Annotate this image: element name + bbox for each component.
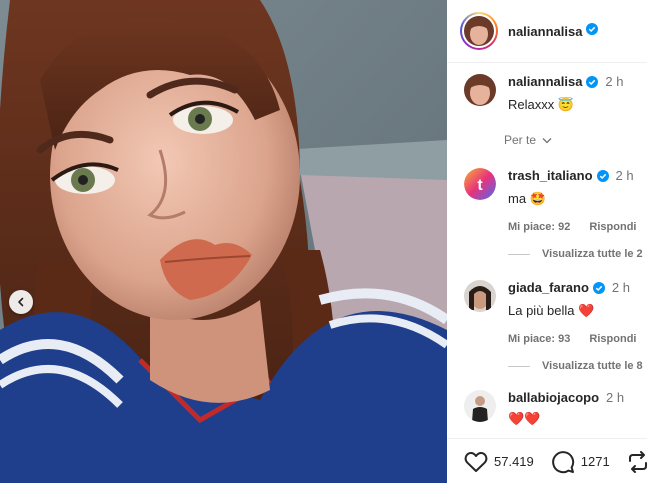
commenter-avatar[interactable]: t: [464, 168, 496, 200]
likes-count[interactable]: 57.419: [494, 454, 534, 469]
comment-likes[interactable]: Mi piace: 92: [508, 221, 570, 233]
verified-badge-icon: [592, 282, 605, 297]
post-photo: [0, 0, 447, 483]
commenter-username[interactable]: giada_farano: [508, 280, 589, 295]
like-button[interactable]: 57.419: [464, 451, 534, 473]
commenter-username[interactable]: trash_italiano: [508, 168, 593, 183]
caption-text: Relaxxx 😇: [508, 97, 575, 112]
author-username[interactable]: naliannalisa: [508, 24, 582, 39]
commenter-avatar[interactable]: [464, 390, 496, 422]
comment-text: ❤️❤️: [508, 411, 541, 426]
svg-text:t: t: [477, 177, 483, 194]
comments-sort-dropdown[interactable]: Per te: [504, 133, 552, 147]
selfie-image: [0, 0, 447, 483]
comment-button[interactable]: 1271: [551, 450, 610, 474]
comment-text: ma 🤩: [508, 191, 546, 206]
verified-badge-icon: [596, 170, 609, 185]
sort-label: Per te: [504, 133, 537, 147]
post-header: naliannalisa: [447, 0, 647, 63]
view-replies-button[interactable]: Visualizza tutte le 2: [508, 248, 643, 260]
chevron-down-icon: [542, 138, 552, 144]
comment-icon: [551, 450, 574, 473]
post-actions-bar: 57.419 1271: [447, 438, 647, 483]
heart-icon: [464, 451, 488, 472]
chevron-left-icon: [18, 297, 24, 307]
caption-username[interactable]: naliannalisa: [508, 74, 582, 89]
comment-text: La più bella ❤️: [508, 303, 595, 318]
reply-button[interactable]: Rispondi: [589, 221, 636, 233]
repost-icon: [628, 450, 647, 473]
post-side-panel: naliannalisa naliannalisa 2 h Relaxxx 😇 P…: [447, 0, 647, 483]
commenter-username[interactable]: ballabiojacopo: [508, 390, 599, 405]
comment-time[interactable]: 2 h: [606, 390, 624, 405]
verified-badge-icon: [586, 22, 599, 40]
previous-photo-button[interactable]: [9, 290, 33, 314]
caption-avatar[interactable]: [464, 74, 496, 106]
comment-likes[interactable]: Mi piace: 93: [508, 333, 570, 345]
caption-time[interactable]: 2 h: [605, 74, 623, 89]
commenter-avatar[interactable]: [464, 280, 496, 312]
comments-count[interactable]: 1271: [581, 454, 610, 469]
reply-button[interactable]: Rispondi: [589, 333, 636, 345]
comment-time[interactable]: 2 h: [612, 280, 630, 295]
comment-time[interactable]: 2 h: [616, 168, 634, 183]
verified-badge-icon: [586, 76, 599, 91]
view-replies-button[interactable]: Visualizza tutte le 8: [508, 360, 643, 372]
author-avatar[interactable]: [460, 12, 498, 50]
repost-button[interactable]: [627, 450, 647, 473]
